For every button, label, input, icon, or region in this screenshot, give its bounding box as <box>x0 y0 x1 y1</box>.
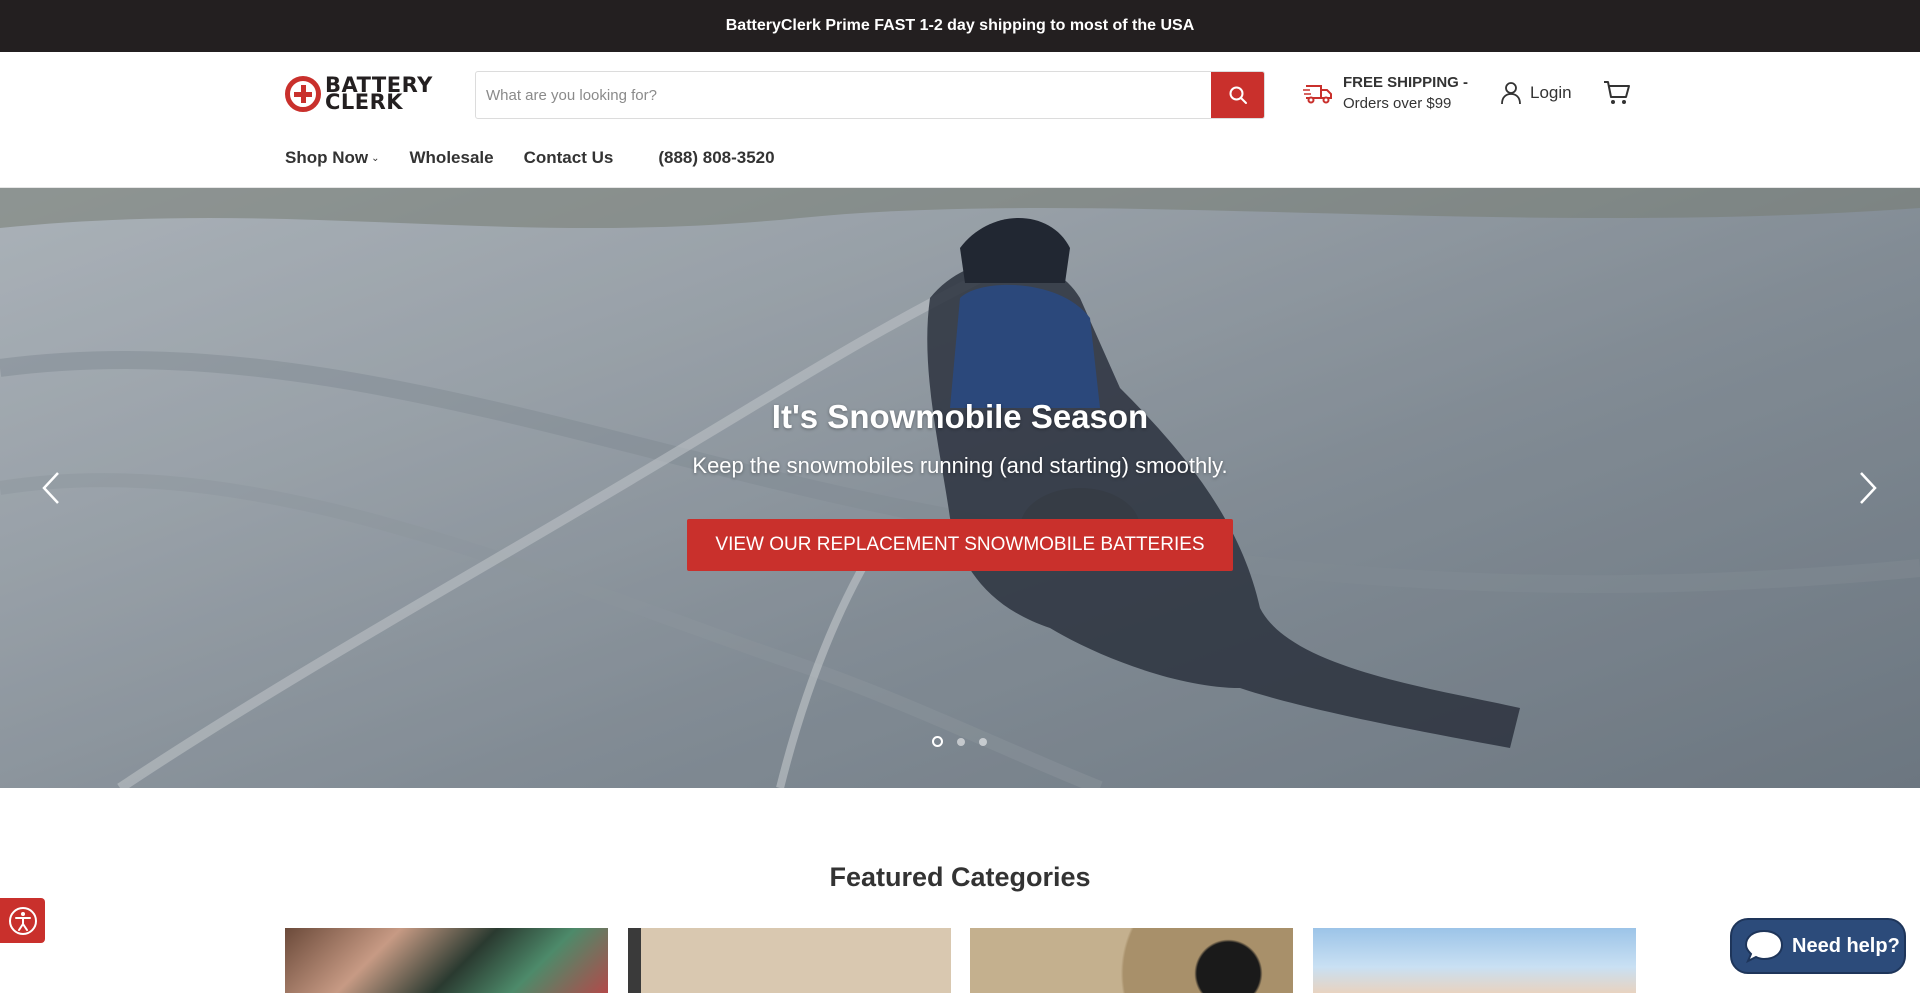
slide-dot-1[interactable] <box>932 736 943 747</box>
free-shipping-notice: FREE SHIPPING - Orders over $99 <box>1303 72 1468 114</box>
snowmobile-batteries-button[interactable]: VIEW OUR REPLACEMENT SNOWMOBILE BATTERIE… <box>687 519 1233 571</box>
chevron-right-icon <box>1860 472 1877 504</box>
delivery-truck-icon <box>1303 85 1332 104</box>
cart-button[interactable] <box>1603 80 1631 111</box>
hero-content: It's Snowmobile Season Keep the snowmobi… <box>0 398 1920 571</box>
search-button[interactable] <box>1211 72 1264 118</box>
logo-line-2: CLERK <box>325 90 404 114</box>
search-bar <box>475 71 1265 119</box>
need-help-label: Need help? <box>1792 934 1900 957</box>
slideshow-next-button[interactable] <box>1853 468 1883 508</box>
logo-cross-icon <box>285 76 321 112</box>
category-card-2[interactable] <box>628 928 951 993</box>
featured-categories-heading: Featured Categories <box>829 862 1091 892</box>
announcement-bar: BatteryClerk Prime FAST 1-2 day shipping… <box>0 0 1920 52</box>
hero-title: It's Snowmobile Season <box>771 398 1149 435</box>
search-icon <box>1229 86 1247 104</box>
accessibility-icon <box>8 906 37 935</box>
shipping-line-2: Orders over $99 <box>1343 95 1452 112</box>
slideshow-dots <box>932 736 1001 747</box>
phone-number-label: (888) 808-3520 <box>658 148 775 167</box>
category-card-1[interactable] <box>285 928 608 993</box>
login-label: Login <box>1530 83 1572 102</box>
nav-wholesale[interactable]: Wholesale <box>410 148 494 168</box>
battery-clerk-logo[interactable]: BATTERY CLERK <box>285 74 451 114</box>
need-help-chat-button[interactable]: Need help? <box>1730 918 1906 974</box>
logo-text: BATTERY CLERK <box>325 75 433 114</box>
announcement-text: BatteryClerk Prime FAST 1-2 day shipping… <box>725 17 1195 34</box>
hero-slideshow: It's Snowmobile Season Keep the snowmobi… <box>0 188 1920 788</box>
slide-dot-2[interactable] <box>957 737 965 746</box>
category-card-3[interactable] <box>970 928 1293 993</box>
accessibility-button[interactable] <box>0 898 45 943</box>
nav-contact-us[interactable]: Contact Us <box>524 148 614 168</box>
category-card-4[interactable] <box>1313 928 1636 993</box>
chevron-down-icon: ⌄ <box>371 152 380 164</box>
main-navigation: Shop Now ⌄ Wholesale Contact Us (888) 80… <box>285 148 805 168</box>
slide-dot-3[interactable] <box>979 737 987 746</box>
chevron-left-icon <box>42 472 59 504</box>
nav-shop-now-label: Shop Now <box>285 148 369 167</box>
site-header: BATTERY CLERK FREE SHIPPING - Orders ove… <box>0 52 1920 188</box>
shopping-cart-icon <box>1604 81 1630 104</box>
shipping-line-1: FREE SHIPPING - <box>1343 74 1469 91</box>
nav-shop-now[interactable]: Shop Now ⌄ <box>285 148 380 168</box>
login-link[interactable]: Login <box>1500 81 1572 105</box>
nav-contact-us-label: Contact Us <box>523 148 614 167</box>
nav-wholesale-label: Wholesale <box>409 148 494 167</box>
chat-bubble-icon <box>1744 929 1784 964</box>
user-icon <box>1501 82 1521 105</box>
slideshow-prev-button[interactable] <box>36 468 66 508</box>
nav-phone-number[interactable]: (888) 808-3520 <box>658 148 774 168</box>
search-input[interactable] <box>476 72 1211 118</box>
hero-subtitle: Keep the snowmobiles running (and starti… <box>692 453 1228 478</box>
